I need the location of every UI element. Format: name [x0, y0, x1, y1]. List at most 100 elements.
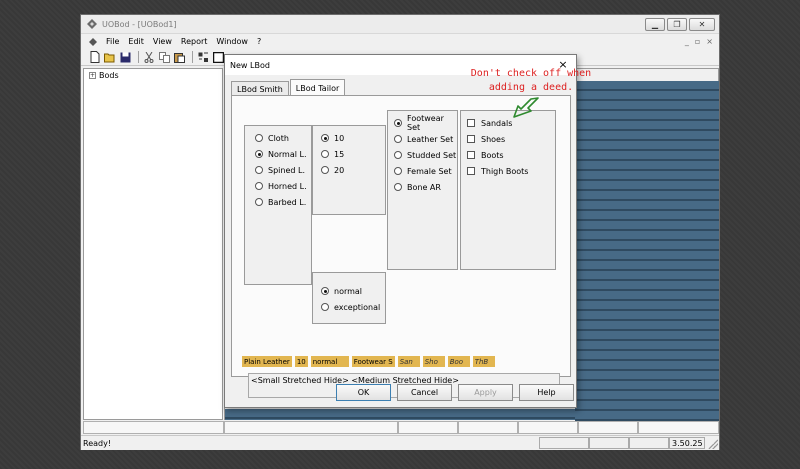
summary-quality: normal	[310, 356, 349, 367]
menu-help[interactable]: ?	[257, 37, 261, 46]
radio-button[interactable]	[255, 166, 263, 174]
radio-spined-leather[interactable]: Spined L.	[255, 162, 311, 178]
menu-edit[interactable]: Edit	[128, 37, 144, 46]
tree-node-label: Bods	[99, 71, 119, 80]
radio-button-selected[interactable]	[255, 150, 263, 158]
footer-cell	[638, 421, 719, 434]
radio-normal-quality[interactable]: normal	[321, 283, 385, 299]
radio-button[interactable]	[321, 166, 329, 174]
check-boots[interactable]: Boots	[467, 147, 555, 163]
report-icon	[212, 51, 224, 63]
radio-bone-ar[interactable]: Bone AR	[394, 179, 457, 195]
material-group: Cloth Normal L. Spined L. Horned L. Barb…	[244, 125, 312, 285]
radio-button-selected[interactable]	[321, 287, 329, 295]
amount-group: 10 15 20	[312, 125, 386, 215]
dialog-buttons: OK Cancel Apply Help	[336, 384, 574, 401]
radio-button-selected[interactable]	[394, 119, 402, 127]
paste-icon	[173, 52, 185, 63]
radio-female-set[interactable]: Female Set	[394, 163, 457, 179]
menu-file[interactable]: File	[106, 37, 119, 46]
footer-cell	[518, 421, 578, 434]
quality-group: normal exceptional	[312, 272, 386, 324]
toolbar-separator	[192, 51, 193, 63]
save-disk-icon	[120, 52, 130, 62]
new-button[interactable]	[89, 51, 101, 63]
tab-lbod-tailor[interactable]: LBod Tailor	[289, 79, 346, 96]
dialog-tabs: LBod Smith LBod Tailor	[231, 79, 346, 96]
new-file-icon	[90, 51, 100, 63]
annotation-line: adding a deed.	[488, 82, 574, 93]
annotation-line: Don't check off when	[470, 68, 592, 79]
tree-node-bods[interactable]: + Bods	[89, 71, 222, 80]
radio-horned-leather[interactable]: Horned L.	[255, 178, 311, 194]
radio-button[interactable]	[321, 150, 329, 158]
report-button[interactable]	[212, 51, 224, 63]
check-shoes[interactable]: Shoes	[467, 131, 555, 147]
maximize-button[interactable]: ❐	[667, 18, 687, 31]
tailor-tab-panel: Cloth Normal L. Spined L. Horned L. Barb…	[231, 95, 571, 398]
radio-button[interactable]	[255, 198, 263, 206]
checkbox[interactable]	[467, 151, 475, 159]
mdi-minimize-button[interactable]: _	[685, 37, 689, 46]
expand-icon[interactable]: +	[89, 72, 96, 79]
menu-report[interactable]: Report	[181, 37, 208, 46]
checkbox[interactable]	[467, 119, 475, 127]
window-title: UOBod - [UOBod1]	[102, 19, 177, 29]
cancel-button[interactable]: Cancel	[397, 384, 452, 401]
annotation-arrow-icon	[513, 97, 539, 118]
radio-button[interactable]	[394, 151, 402, 159]
mdi-close-button[interactable]: ×	[706, 37, 713, 46]
radio-studded-set[interactable]: Studded Set	[394, 147, 457, 163]
save-button[interactable]	[119, 51, 131, 63]
radio-button[interactable]	[255, 134, 263, 142]
minimize-button[interactable]: ▁	[645, 18, 665, 31]
radio-amount-20[interactable]: 20	[321, 162, 385, 178]
radio-button[interactable]	[255, 182, 263, 190]
minimize-icon: ▁	[651, 20, 659, 29]
radio-button-selected[interactable]	[321, 134, 329, 142]
tab-lbod-smith[interactable]: LBod Smith	[231, 81, 289, 96]
footer-cell	[578, 421, 638, 434]
radio-button[interactable]	[321, 303, 329, 311]
copy-icon	[158, 51, 170, 63]
radio-amount-10[interactable]: 10	[321, 130, 385, 146]
close-button[interactable]: ✕	[689, 18, 715, 31]
paste-button[interactable]	[173, 51, 185, 63]
open-button[interactable]	[104, 51, 116, 63]
menu-bar: File Edit View Report Window ? _ ▫ ×	[81, 34, 719, 49]
mdi-restore-button[interactable]: ▫	[695, 37, 700, 46]
radio-amount-15[interactable]: 15	[321, 146, 385, 162]
menu-view[interactable]: View	[153, 37, 172, 46]
radio-barbed-leather[interactable]: Barbed L.	[255, 194, 311, 210]
close-icon: ✕	[698, 20, 706, 29]
radio-footwear-set[interactable]: Footwear Set	[394, 114, 457, 132]
check-thigh-boots[interactable]: Thigh Boots	[467, 163, 555, 179]
tools-button[interactable]	[197, 51, 209, 63]
resize-grip[interactable]	[708, 439, 718, 449]
open-folder-icon	[104, 53, 115, 62]
checkbox[interactable]	[467, 167, 475, 175]
radio-exceptional-quality[interactable]: exceptional	[321, 299, 385, 315]
status-pane	[629, 437, 669, 449]
checkbox[interactable]	[467, 135, 475, 143]
bods-tree[interactable]: + Bods	[83, 68, 223, 420]
dialog-title: New LBod	[230, 60, 270, 70]
radio-normal-leather[interactable]: Normal L.	[255, 146, 311, 162]
set-group: Footwear Set Leather Set Studded Set Fem…	[387, 110, 458, 270]
radio-leather-set[interactable]: Leather Set	[394, 131, 457, 147]
radio-button[interactable]	[394, 167, 402, 175]
copy-button[interactable]	[158, 51, 170, 63]
cut-button[interactable]	[143, 51, 155, 63]
toolbar-separator	[138, 51, 139, 63]
menu-window[interactable]: Window	[216, 37, 248, 46]
selection-summary: Plain Leather 10 normal Footwear S San S…	[242, 356, 498, 367]
radio-button[interactable]	[394, 183, 402, 191]
radio-button[interactable]	[394, 135, 402, 143]
title-bar: UOBod - [UOBod1] ▁ ❐ ✕	[81, 15, 719, 34]
document-system-icon[interactable]	[88, 37, 98, 47]
summary-sandals: San	[397, 356, 420, 367]
apply-button[interactable]: Apply	[458, 384, 513, 401]
ok-button[interactable]: OK	[336, 384, 391, 401]
radio-cloth[interactable]: Cloth	[255, 130, 311, 146]
help-button[interactable]: Help	[519, 384, 574, 401]
